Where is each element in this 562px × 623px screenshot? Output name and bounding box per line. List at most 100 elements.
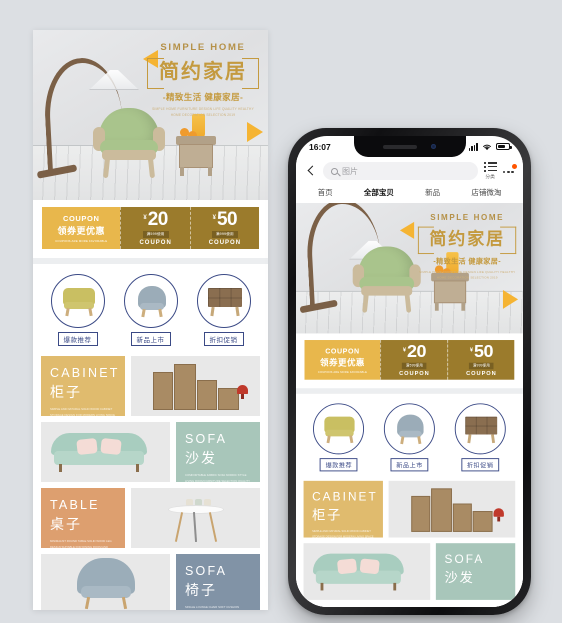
tab-new[interactable]: 新品: [425, 187, 440, 198]
more-dots-icon[interactable]: [502, 163, 517, 174]
phone-coupon-band: COUPON 领券更优惠 COUPONS ARE MORE FAVORABLE …: [296, 333, 523, 389]
phone-category-card-sofa[interactable]: SOFA 沙发: [436, 543, 516, 600]
phone-category-card-cabinet[interactable]: CABINET 柜子 SIMPLE AND NATURAL SOLID WOOD…: [303, 480, 383, 538]
signal-bars-icon: [468, 143, 478, 151]
yellow-armchair-icon: [62, 288, 95, 317]
coupon-amount-50: 50: [216, 209, 238, 230]
category-photo-chair[interactable]: [41, 554, 170, 610]
phone-circle-frame-sale: [454, 403, 506, 455]
category-cn-sofa: 沙发: [185, 450, 217, 466]
category-row-chair: SOFA 椅子 SINGLE LOUNGE CHAIR SOFT CUSHION…: [41, 554, 260, 610]
tab-all-items[interactable]: 全部宝贝: [364, 187, 394, 198]
phone-circle-frame-hot: [313, 403, 365, 455]
green-sofa-icon: [51, 433, 147, 475]
phone-yellow-armchair-icon: [324, 416, 355, 444]
category-photo-table[interactable]: [131, 488, 260, 548]
status-icons: [468, 142, 512, 151]
phone-coupon-currency-20: ¥: [402, 347, 407, 354]
phone-quick-entry-label-sale: 折扣促销: [461, 458, 499, 472]
phone-category-row-cabinet: CABINET 柜子 SIMPLE AND NATURAL SOLID WOOD…: [303, 480, 516, 538]
coupon-claim-block[interactable]: COUPON 领券更优惠 COUPONS ARE MORE FAVORABLE: [42, 207, 121, 249]
hero-banner[interactable]: SIMPLE HOME 简约家居 -精致生活 健康家居- SIMPLE HOME…: [33, 30, 268, 200]
coupon-chinese-label: 领券更优惠: [57, 225, 105, 236]
tab-home[interactable]: 首页: [318, 187, 333, 198]
phone-coupon-english-label: COUPON: [325, 346, 360, 355]
phone-hero-banner[interactable]: SIMPLE HOME 简约家居 -精致生活 健康家居- SIMPLE HOME…: [296, 203, 523, 334]
bookshelf-icon: [152, 364, 239, 410]
orange-triangle-right-icon: [247, 122, 263, 142]
search-input[interactable]: 图片: [323, 162, 478, 181]
phone-coupon-claim-block[interactable]: COUPON 领券更优惠 COUPONS ARE MORE FAVORABLE: [304, 340, 381, 380]
phone-wood-cabinet-icon: [464, 416, 498, 444]
quick-entry-label-sale: 折扣促销: [203, 332, 244, 346]
category-button[interactable]: 分类: [483, 162, 497, 181]
phone-orange-triangle-left-icon: [399, 221, 415, 240]
quick-entry-hot[interactable]: 爆款推荐: [48, 274, 108, 347]
phone-coupon-chinese-label: 领券更优惠: [320, 357, 365, 368]
category-fine-chair: SINGLE LOUNGE CHAIR SOFT CUSHION ERGONOM…: [185, 605, 240, 609]
phone-coupon-row: COUPON 领券更优惠 COUPONS ARE MORE FAVORABLE …: [304, 340, 515, 380]
coupon-condition-50: 满999使用: [211, 231, 238, 238]
category-fine-table: MINIMALIST ROUND TABLE SOLID WOOD LEG DE…: [50, 539, 112, 548]
phone-tab-bar: 首页 全部宝贝 新品 店铺微淘: [296, 184, 523, 204]
hero-fine-print: SIMPLE HOME FURNITURE DESIGN LIFE QUALIT…: [152, 107, 254, 118]
phone-quick-entry-row: 爆款推荐 新品上市 折扣促销: [296, 393, 523, 481]
back-chevron-icon[interactable]: [305, 165, 317, 177]
coupon-card-20[interactable]: ¥ 20 满599使用 COUPON: [120, 207, 190, 249]
phone-quick-entry-label-new: 新品上市: [390, 458, 429, 472]
phone-grey-tub-chair-icon: [397, 414, 424, 445]
category-fine-sofa: COMFORTABLE FABRIC SOFA NORDIC STYLE LIV…: [185, 473, 250, 482]
phone-quick-entry-hot[interactable]: 爆款推荐: [311, 403, 368, 472]
phone-coupon-label-50: COUPON: [466, 371, 497, 377]
hero-title-frame: 简约家居: [147, 58, 259, 89]
phone-category-en-cabinet: CABINET: [312, 490, 378, 504]
wifi-icon: [483, 144, 491, 150]
coupon-currency-20: ¥: [143, 215, 147, 221]
category-row-sofa: SOFA 沙发 COMFORTABLE FABRIC SOFA NORDIC S…: [41, 422, 260, 482]
tab-shop-weitao[interactable]: 店铺微淘: [471, 187, 501, 198]
phone-orange-triangle-right-icon: [503, 290, 519, 309]
side-table-icon: [176, 114, 216, 176]
coupon-band: COUPON 领券更优惠 COUPONS ARE MORE FAVORABLE …: [33, 200, 268, 258]
search-icon: [331, 167, 338, 175]
phone-coupon-condition-20: 满599使用: [402, 362, 427, 370]
round-table-icon: [167, 497, 224, 543]
phone-quick-entry-sale[interactable]: 折扣促销: [452, 403, 509, 472]
phone-hero-fine-print: SIMPLE HOME FURNITURE DESIGN LIFE QUALIT…: [419, 269, 516, 280]
coupon-label-20: COUPON: [139, 240, 172, 246]
green-chair-icon: [93, 108, 165, 179]
category-card-table[interactable]: TABLE 桌子 MINIMALIST ROUND TABLE SOLID WO…: [41, 488, 125, 548]
category-photo-sofa[interactable]: [41, 422, 170, 482]
phone-coupon-card-50[interactable]: ¥ 50 满999使用 COUPON: [447, 340, 515, 380]
coupon-row: COUPON 领券更优惠 COUPONS ARE MORE FAVORABLE …: [42, 207, 259, 249]
phone-content-scroll[interactable]: SIMPLE HOME 简约家居 -精致生活 健康家居- SIMPLE HOME…: [296, 203, 523, 607]
hero-chinese-title: 简约家居: [159, 61, 247, 83]
circle-frame-hot: [50, 274, 105, 328]
phone-notch: [353, 136, 466, 157]
phone-circle-frame-new: [383, 403, 435, 455]
category-grid: CABINET 柜子 SIMPLE AND NATURAL SOLID WOOD…: [33, 356, 268, 610]
phone-coupon-fine-print: COUPONS ARE MORE FAVORABLE: [317, 369, 368, 374]
phone-coupon-amount-20: 20: [406, 342, 427, 362]
phone-category-photo-bookshelf[interactable]: [388, 480, 516, 538]
coupon-condition-20: 满599使用: [142, 231, 169, 238]
phone-coupon-card-20[interactable]: ¥ 20 满599使用 COUPON: [380, 340, 448, 380]
status-time: 16:07: [309, 141, 331, 152]
category-card-chair[interactable]: SOFA 椅子 SINGLE LOUNGE CHAIR SOFT CUSHION…: [176, 554, 260, 610]
phone-category-cn-cabinet: 柜子: [312, 507, 343, 523]
phone-red-lamp-icon: [493, 508, 505, 522]
hero-text-block: SIMPLE HOME 简约家居 -精致生活 健康家居- SIMPLE HOME…: [147, 42, 259, 118]
phone-category-photo-sofa[interactable]: [303, 543, 431, 600]
quick-entry-sale[interactable]: 折扣促销: [194, 274, 254, 347]
phone-quick-entry-new[interactable]: 新品上市: [381, 403, 438, 472]
coupon-amount-20: 20: [147, 209, 169, 230]
phone-bookshelf-icon: [411, 488, 493, 532]
quick-entry-new[interactable]: 新品上市: [121, 274, 181, 347]
phone-coupon-currency-50: ¥: [469, 347, 474, 354]
category-photo-bookshelf[interactable]: [131, 356, 260, 416]
category-card-cabinet[interactable]: CABINET 柜子 SIMPLE AND NATURAL SOLID WOOD…: [41, 356, 125, 416]
category-card-sofa[interactable]: SOFA 沙发 COMFORTABLE FABRIC SOFA NORDIC S…: [176, 422, 260, 482]
category-button-label: 分类: [485, 175, 495, 181]
coupon-card-50[interactable]: ¥ 50 满999使用 COUPON: [189, 207, 259, 249]
category-cn-chair: 椅子: [185, 582, 217, 598]
